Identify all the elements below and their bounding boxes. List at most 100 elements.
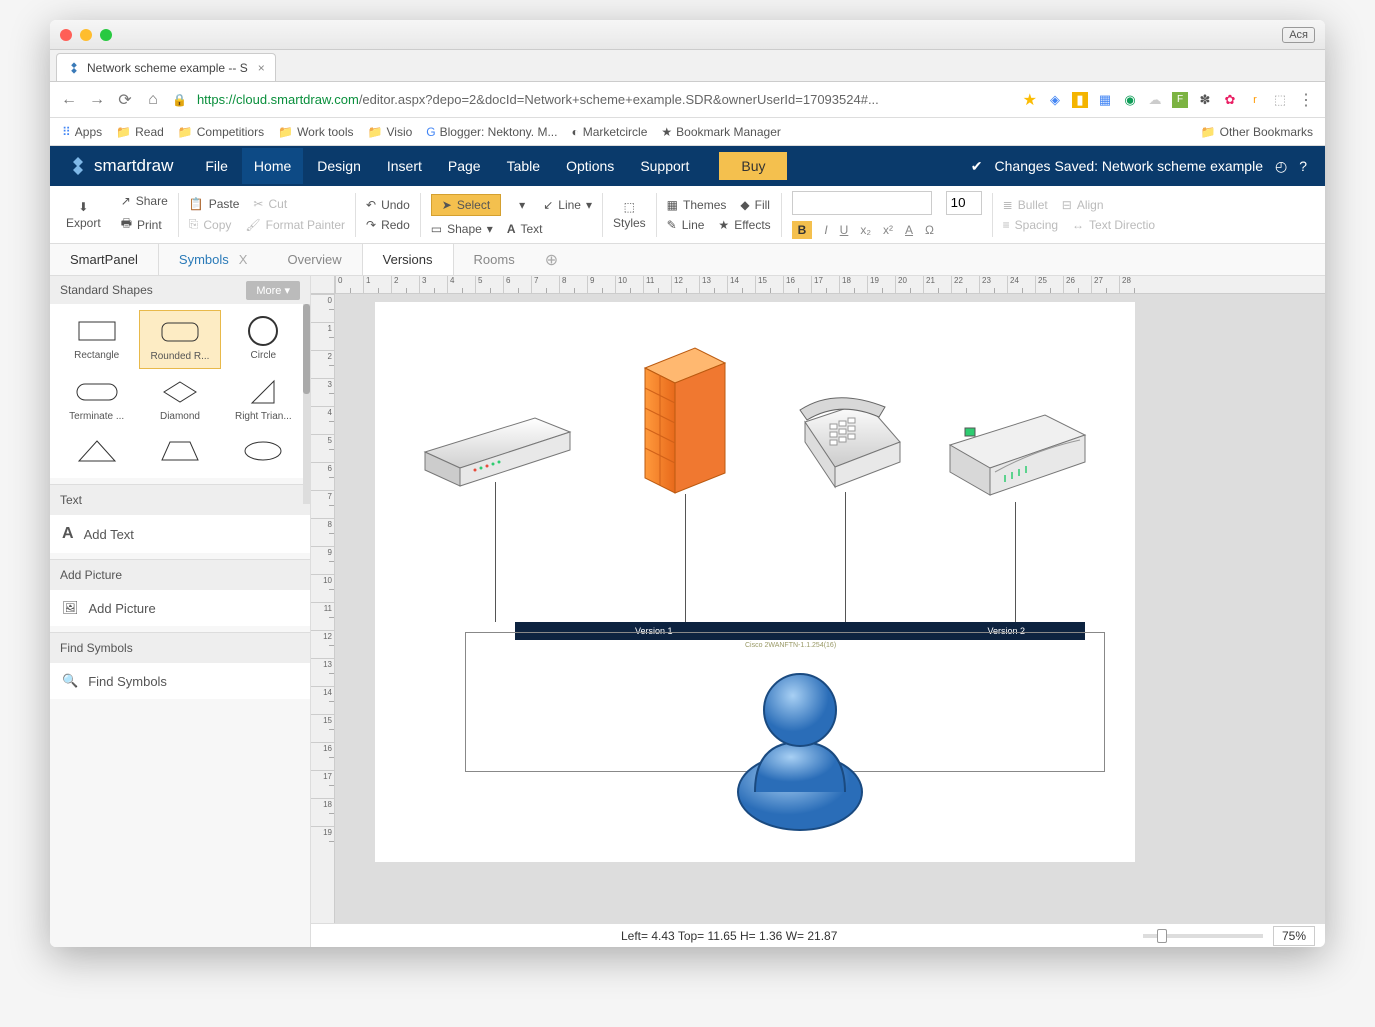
themes-button[interactable]: ▦ Themes: [667, 198, 727, 212]
bold-button[interactable]: B: [792, 221, 813, 239]
menu-insert[interactable]: Insert: [375, 148, 434, 184]
menu-design[interactable]: Design: [305, 148, 373, 184]
firewall-device-icon[interactable]: [625, 338, 745, 498]
effects-button[interactable]: ★ Effects: [718, 218, 770, 232]
subscript-button[interactable]: x₂: [860, 223, 871, 237]
ext-icon[interactable]: ◈: [1047, 92, 1063, 108]
font-size-input[interactable]: [946, 191, 982, 215]
shape-diamond[interactable]: Diamond: [139, 371, 220, 428]
dropdown-icon[interactable]: ▾: [515, 198, 529, 212]
bookmark-link[interactable]: ★Bookmark Manager: [661, 125, 780, 139]
styles-icon[interactable]: ⬚: [624, 200, 635, 214]
home-button[interactable]: ⌂: [144, 91, 162, 109]
bookmark-apps[interactable]: ⠿Apps: [62, 125, 102, 139]
find-symbols-button[interactable]: 🔍Find Symbols: [50, 663, 310, 699]
close-window-button[interactable]: [60, 29, 72, 41]
font-color-button[interactable]: A: [905, 223, 913, 237]
format-painter-button[interactable]: 🖌 Format Painter: [245, 218, 345, 232]
copy-button[interactable]: ⎘ Copy: [189, 217, 232, 232]
bookmark-folder[interactable]: 📁Work tools: [278, 125, 353, 139]
bookmark-link[interactable]: ◐Marketcircle: [571, 125, 647, 139]
tab-symbols[interactable]: SymbolsX: [159, 244, 268, 275]
tab-overview[interactable]: Overview: [267, 244, 361, 275]
shape-right-triangle[interactable]: Right Trian...: [223, 371, 304, 428]
menu-file[interactable]: File: [193, 148, 240, 184]
bookmark-folder[interactable]: 📁Read: [116, 125, 164, 139]
buy-button[interactable]: Buy: [719, 152, 787, 180]
shape-tool-button[interactable]: ▭ Shape ▾: [431, 222, 493, 236]
underline-button[interactable]: U: [840, 223, 849, 237]
modem-device-icon[interactable]: [935, 400, 1095, 510]
browser-tab[interactable]: Network scheme example -- S ×: [56, 53, 276, 81]
forward-button[interactable]: →: [88, 91, 106, 109]
export-icon[interactable]: ⬇: [78, 200, 88, 214]
zoom-percent[interactable]: 75%: [1273, 926, 1315, 946]
italic-button[interactable]: I: [824, 223, 827, 237]
font-family-input[interactable]: [792, 191, 932, 215]
export-button[interactable]: Export: [66, 216, 101, 230]
other-bookmarks[interactable]: 📁Other Bookmarks: [1201, 125, 1313, 139]
text-tool-button[interactable]: A Text: [507, 222, 543, 236]
ext-icon[interactable]: r: [1247, 92, 1263, 108]
shape-trapezoid[interactable]: [139, 430, 220, 472]
ext-icon[interactable]: ✿: [1222, 92, 1238, 108]
menu-support[interactable]: Support: [628, 148, 701, 184]
text-direction-button[interactable]: ↔ Text Directio: [1072, 218, 1155, 232]
smartdraw-logo[interactable]: smartdraw: [68, 156, 173, 176]
align-button[interactable]: ⊟ Align: [1062, 198, 1104, 212]
select-tool-button[interactable]: ➤ Select: [431, 194, 501, 216]
superscript-button[interactable]: x²: [883, 223, 893, 237]
user-icon[interactable]: [725, 662, 875, 832]
omega-button[interactable]: Ω: [925, 223, 934, 237]
ext-icon[interactable]: ⬚: [1272, 92, 1288, 108]
cut-button[interactable]: ✂ Cut: [253, 197, 287, 211]
menu-page[interactable]: Page: [436, 148, 493, 184]
bookmark-folder[interactable]: 📁Competitiors: [178, 125, 264, 139]
chrome-profile-badge[interactable]: Ася: [1282, 27, 1315, 43]
tab-rooms[interactable]: Rooms: [454, 244, 535, 275]
reload-button[interactable]: ⟳: [116, 90, 134, 110]
print-button[interactable]: 🖶 Print: [121, 214, 162, 235]
add-tab-button[interactable]: ⊕: [535, 244, 568, 275]
line-tool-button[interactable]: ↙ Line ▾: [543, 198, 592, 212]
shape-rectangle[interactable]: Rectangle: [56, 310, 137, 369]
minimize-window-button[interactable]: [80, 29, 92, 41]
canvas[interactable]: Version 1 Version 2 Cisco 2WANFTN-1.1.25…: [335, 294, 1325, 923]
address-bar[interactable]: https://cloud.smartdraw.com/editor.aspx?…: [197, 92, 1013, 107]
bookmark-link[interactable]: GBlogger: Nektony. M...: [426, 125, 557, 139]
shape-circle[interactable]: Circle: [223, 310, 304, 369]
ext-icon[interactable]: ▮: [1072, 92, 1088, 108]
ext-icon[interactable]: ▦: [1097, 92, 1113, 108]
add-picture-button[interactable]: 🖼Add Picture: [50, 590, 310, 626]
menu-home[interactable]: Home: [242, 148, 303, 184]
menu-table[interactable]: Table: [495, 148, 552, 184]
help-icon[interactable]: ?: [1299, 158, 1307, 174]
bookmark-star-icon[interactable]: ★: [1023, 90, 1037, 110]
ext-icon[interactable]: ☁: [1147, 92, 1163, 108]
share-button[interactable]: ↗ Share: [121, 194, 168, 208]
more-shapes-button[interactable]: More ▾: [246, 281, 300, 300]
notification-icon[interactable]: ◴: [1275, 158, 1287, 175]
switch-device-icon[interactable]: [415, 382, 575, 492]
paste-button[interactable]: 📋 Paste: [189, 197, 240, 211]
ext-icon[interactable]: ◉: [1122, 92, 1138, 108]
shape-ellipse[interactable]: [223, 430, 304, 472]
menu-options[interactable]: Options: [554, 148, 626, 184]
shapes-scrollbar[interactable]: [303, 304, 310, 504]
phone-device-icon[interactable]: [775, 382, 915, 502]
chrome-menu-icon[interactable]: ⋮: [1297, 90, 1315, 110]
shape-rounded-rect[interactable]: Rounded R...: [139, 310, 220, 369]
fill-button[interactable]: ◆ Fill: [740, 198, 770, 212]
redo-button[interactable]: ↷ Redo: [366, 218, 410, 232]
styles-button[interactable]: Styles: [613, 216, 646, 230]
bullet-button[interactable]: ≣ Bullet: [1003, 198, 1048, 212]
tab-versions[interactable]: Versions: [362, 244, 454, 275]
spacing-button[interactable]: ≡ Spacing: [1003, 218, 1058, 232]
back-button[interactable]: ←: [60, 91, 78, 109]
undo-button[interactable]: ↶ Undo: [366, 198, 410, 212]
bookmark-folder[interactable]: 📁Visio: [368, 125, 413, 139]
zoom-slider[interactable]: [1143, 934, 1263, 938]
maximize-window-button[interactable]: [100, 29, 112, 41]
tab-smartpanel[interactable]: SmartPanel: [50, 244, 159, 275]
shape-triangle[interactable]: [56, 430, 137, 472]
